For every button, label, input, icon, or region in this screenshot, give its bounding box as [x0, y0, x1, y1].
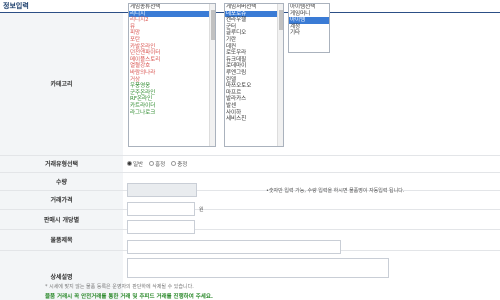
game-option[interactable]: 바람의나라 [129, 70, 215, 77]
trade-type-radio-label: 일반 [133, 161, 144, 168]
item-type-option[interactable]: 아이템 [289, 17, 329, 24]
item-type-select[interactable]: 아이템선택 게임머니 아이템 계정 기타 [288, 3, 330, 53]
server-select[interactable]: 게임서버선택 데포로쥬 켄라우헬 군터 글루디오 기란 데컨 로또우라 듀크데필 로데마이 루엔그림… [224, 3, 284, 147]
server-option[interactable]: 기란 [225, 37, 283, 44]
detail-textarea[interactable] [127, 258, 389, 278]
item-type-option[interactable]: 아이템선택 [289, 4, 329, 11]
trade-type-radio-label: 충정 [177, 161, 188, 168]
game-select-scrollbar[interactable] [209, 4, 215, 146]
game-option[interactable]: 우풍영웅 [129, 83, 215, 90]
game-option[interactable]: 열혈강호 [129, 63, 215, 70]
server-option[interactable]: 발라카스 [225, 96, 283, 103]
server-option[interactable]: 로또우라 [225, 50, 283, 57]
game-option[interactable]: 뮤 [129, 24, 215, 31]
server-option[interactable]: 마쯔오토오 [225, 83, 283, 90]
trade-type-label: 거래유형선택 [0, 155, 123, 173]
price-label: 거래가격 [0, 190, 123, 210]
trade-type-radio-label: 흥정 [155, 161, 166, 168]
quantity-row: 수량 [0, 172, 500, 191]
game-option[interactable]: 게임종류선택 [129, 4, 215, 11]
game-option[interactable]: RF온라인 [129, 96, 215, 103]
server-option[interactable]: 글루디오 [225, 30, 283, 37]
game-option[interactable]: 피망 [129, 30, 215, 37]
game-select[interactable]: 게임종류선택 리니지 리니지2 뮤 피망 포탄 카발온라인 던전앤파이터 메이플스토리 열혈강호 바… [128, 3, 216, 147]
unit-price-row: 판매시 개당별 [0, 209, 500, 230]
trade-type-cell: 일반 흥정 충정 [123, 155, 500, 173]
server-option[interactable]: 세비스친 [225, 116, 283, 123]
quantity-label: 수량 [0, 172, 123, 191]
game-option[interactable]: 포탄 [129, 37, 215, 44]
server-option[interactable]: 루엔그림 [225, 70, 283, 77]
quantity-hint: •숫자만 입력 가능, 수량 입력을 하시면 물품명이 자동입력 됩니다. [266, 188, 405, 194]
quantity-input[interactable] [127, 183, 197, 197]
trade-type-row: 거래유형선택 일반 흥정 충정 [0, 155, 500, 173]
page-title: 정보입력 [3, 2, 29, 10]
server-option[interactable]: 발센 [225, 103, 283, 110]
item-name-label: 물품제목 [0, 229, 123, 251]
unit-price-label: 판매시 개당별 [0, 209, 123, 230]
trade-type-radio[interactable] [127, 161, 132, 166]
server-option[interactable]: 켄라우헬 [225, 17, 283, 24]
footer-warning: 물품 거래시 꼭 안전거래를 통한 거래 및 추피드 거래를 진행하여 주세요. [45, 294, 213, 300]
game-option[interactable]: 던전앤파이터 [129, 50, 215, 57]
price-input[interactable] [127, 202, 195, 216]
item-type-option[interactable]: 기타 [289, 30, 329, 37]
server-option[interactable]: 게임서버선택 [225, 4, 283, 11]
item-name-input[interactable] [127, 240, 341, 254]
server-select-scrollbar[interactable] [277, 4, 283, 146]
price-unit: 원 [199, 207, 204, 213]
category-label: 카테고리 [0, 13, 123, 156]
game-option[interactable]: 리니지2 [129, 17, 215, 24]
footer-note: * 시세에 맞지 않는 물품 등록은 운영자의 판단하에 삭제될 수 있습니다. [45, 284, 194, 290]
unit-price-input[interactable] [127, 220, 195, 234]
price-row: 거래가격 [0, 190, 500, 210]
game-option[interactable]: 카트라이더 [129, 103, 215, 110]
game-option[interactable]: 라그나로크 [129, 110, 215, 117]
trade-type-radio[interactable] [149, 161, 155, 166]
trade-type-radio[interactable] [171, 161, 177, 166]
server-option[interactable]: 로데마이 [225, 63, 283, 70]
